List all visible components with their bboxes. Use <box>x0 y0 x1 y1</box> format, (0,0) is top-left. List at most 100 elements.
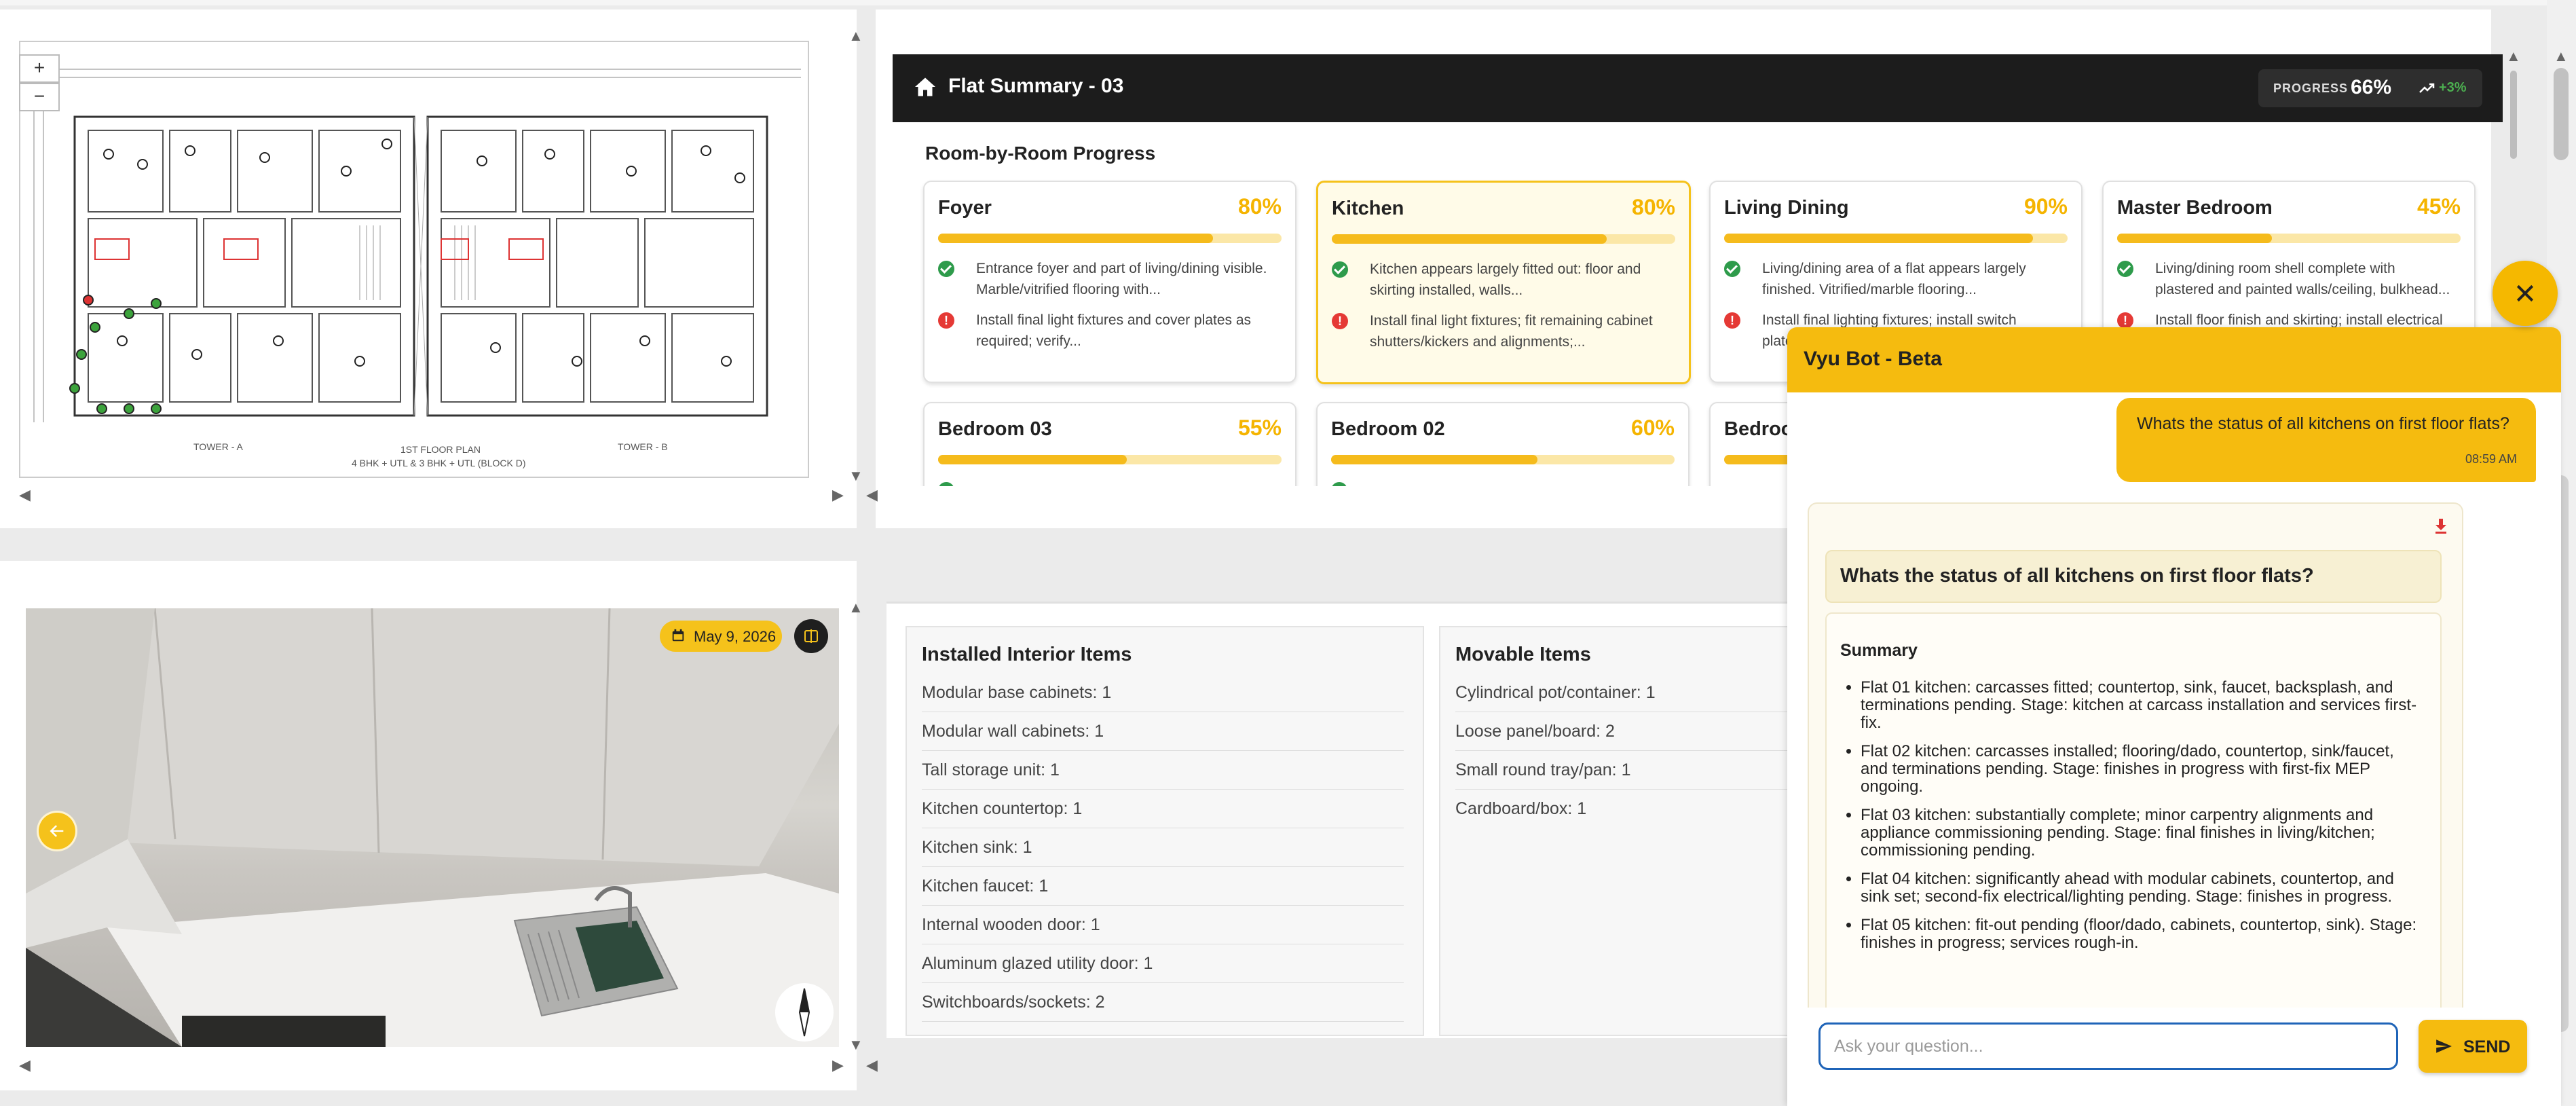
room-name: Bedroom 02 <box>1331 418 1445 440</box>
top-strip <box>0 0 2576 5</box>
page-scroll-up-icon[interactable]: ▲ <box>2554 48 2569 65</box>
progress-badge: PROGRESS 66% +3% <box>2258 69 2482 107</box>
plan-scroll-down-icon[interactable]: ▼ <box>848 467 863 485</box>
list-item: Flat 01 kitchen: carcasses fitted; count… <box>1861 679 2424 732</box>
home-icon <box>915 77 935 96</box>
room-name: Living Dining <box>1724 197 1849 219</box>
bot-question-box: Whats the status of all kitchens on firs… <box>1825 550 2442 603</box>
progress-trend: +3% <box>2439 80 2467 95</box>
chat-question-input[interactable] <box>1818 1022 2398 1070</box>
photo-scroll-left-icon[interactable]: ◀ <box>19 1056 31 1074</box>
close-chatbot-button[interactable] <box>2493 261 2558 326</box>
compass-icon[interactable] <box>775 983 834 1042</box>
bot-response-card: Whats the status of all kitchens on firs… <box>1808 502 2463 1035</box>
previous-photo-button[interactable] <box>37 811 77 851</box>
zoom-in-button[interactable]: + <box>19 54 60 83</box>
room-name: Master Bedroom <box>2117 197 2273 219</box>
user-message-time: 08:59 AM <box>2465 452 2517 466</box>
room-todo-note: Install final light fixtures; fit remain… <box>1370 313 1653 350</box>
plan-scroll-up-icon[interactable]: ▲ <box>848 27 863 45</box>
movable-items-title: Movable Items <box>1455 644 1591 665</box>
room-progress-fill <box>1332 234 1607 244</box>
progress-value: 66% <box>2351 76 2392 98</box>
compare-icon <box>804 629 818 643</box>
plan-caption-tower-b: TOWER - B <box>618 441 668 452</box>
room-percent: 90% <box>2023 194 2068 219</box>
room-card-foyer[interactable]: Foyer 80% Entrance foyer and part of liv… <box>923 181 1296 383</box>
floor-plan-drawing <box>20 42 808 477</box>
close-icon <box>2516 284 2534 302</box>
list-item: Switchboards/sockets: 2 <box>922 983 1404 1022</box>
alert-circle-icon: ! <box>938 312 954 329</box>
room-progress-bar <box>938 234 1282 243</box>
alert-circle-icon: ! <box>1724 312 1740 329</box>
room-done-note: Living/dining room shell complete with p… <box>2155 261 2450 297</box>
compare-button[interactable] <box>794 619 828 653</box>
list-item: Flat 05 kitchen: fit-out pending (floor/… <box>1861 917 2424 952</box>
list-item: Flat 02 kitchen: carcasses installed; fl… <box>1861 743 2424 796</box>
room-progress-bar <box>1724 234 2068 243</box>
list-item: Aluminum glazed utility door: 1 <box>922 944 1404 983</box>
room-progress-fill <box>938 455 1127 464</box>
room-progress-fill <box>1724 234 2034 243</box>
list-item: Cylindrical pot/container: 1 <box>1455 674 1795 712</box>
photo-scroll-up-icon[interactable]: ▲ <box>848 599 863 616</box>
room-card-kitchen[interactable]: Kitchen 80% Kitchen appears largely fitt… <box>1316 181 1691 384</box>
check-circle-icon <box>1724 261 1740 277</box>
room-percent: 45% <box>2416 194 2461 219</box>
plan-caption-tower-a: TOWER - A <box>193 441 243 452</box>
room-name: Bedroom 03 <box>938 418 1052 440</box>
plan-scroll-left-icon[interactable]: ◀ <box>19 486 31 504</box>
bot-answer-body: Summary Flat 01 kitchen: carcasses fitte… <box>1825 612 2442 1033</box>
room-progress-bar <box>938 455 1282 464</box>
list-item: Modular wall cabinets: 1 <box>922 712 1404 751</box>
photo-scroll-right-icon[interactable]: ▶ <box>832 1056 844 1074</box>
bot-summary-list: Flat 01 kitchen: carcasses fitted; count… <box>1861 679 2424 963</box>
plan-caption-subtitle: 4 BHK + UTL & 3 BHK + UTL (BLOCK D) <box>352 458 526 468</box>
room-name: Kitchen <box>1332 198 1404 219</box>
floor-plan-viewer[interactable]: TOWER - A TOWER - B 1ST FLOOR PLAN 4 BHK… <box>19 41 809 478</box>
summary-scrollbar-thumb[interactable] <box>2510 71 2517 159</box>
page-scrollbar-thumb[interactable] <box>2554 68 2569 160</box>
zoom-out-button[interactable]: − <box>19 83 60 111</box>
download-pdf-icon[interactable] <box>2433 517 2448 535</box>
site-photo[interactable] <box>26 608 839 1047</box>
list-item: Flat 04 kitchen: significantly ahead wit… <box>1861 870 2424 906</box>
alert-circle-icon: ! <box>2117 312 2133 329</box>
list-item: Tall storage unit: 1 <box>922 751 1404 790</box>
room-percent: 80% <box>1631 195 1675 219</box>
summary-scroll-up-icon[interactable]: ▲ <box>2506 48 2521 65</box>
room-done-note: Entrance foyer and part of living/dining… <box>976 261 1267 297</box>
photo-scroll-down-icon[interactable]: ▼ <box>848 1036 863 1054</box>
user-message-bubble: Whats the status of all kitchens on firs… <box>2116 398 2536 482</box>
flat-summary-title: Flat Summary - 03 <box>948 75 1124 97</box>
send-button[interactable]: SEND <box>2419 1020 2527 1073</box>
list-item: Small round tray/pan: 1 <box>1455 751 1795 790</box>
plan-scroll-right-icon[interactable]: ▶ <box>832 486 844 504</box>
movable-items-card: Movable Items Cylindrical pot/container:… <box>1439 626 1822 1036</box>
room-todo-note: Install final light fixtures and cover p… <box>976 312 1252 349</box>
room-done-note: Living/dining area of a flat appears lar… <box>1762 261 2026 297</box>
check-circle-icon <box>938 482 954 486</box>
chat-input-area: SEND <box>1787 1008 2561 1106</box>
photo-date-chip[interactable]: May 9, 2026 <box>660 621 782 652</box>
room-progress-fill <box>1331 455 1537 464</box>
chatbot-title: Vyu Bot - Beta <box>1804 348 1942 370</box>
calendar-icon <box>672 629 684 642</box>
items-scroll-left-icon[interactable]: ◀ <box>866 1056 878 1074</box>
arrow-left-icon <box>50 825 64 837</box>
room-card-bedroom-03[interactable]: Bedroom 03 55% <box>923 402 1296 486</box>
summary-scroll-left-icon[interactable]: ◀ <box>866 486 878 504</box>
plan-caption-title: 1ST FLOOR PLAN <box>400 444 481 455</box>
send-icon <box>2436 1039 2452 1053</box>
room-progress-bar <box>1332 234 1675 244</box>
alert-circle-icon: ! <box>1332 313 1348 329</box>
chatbot-window: Vyu Bot - Beta Whats the status of all k… <box>1787 327 2561 1106</box>
room-name: Foyer <box>938 197 992 219</box>
photo-date: May 9, 2026 <box>694 628 777 645</box>
check-circle-icon <box>938 261 954 277</box>
room-progress-heading: Room-by-Room Progress <box>925 143 1156 164</box>
room-card-bedroom-02[interactable]: Bedroom 02 60% <box>1316 402 1690 486</box>
progress-label: PROGRESS <box>2273 81 2349 95</box>
room-progress-bar <box>2117 234 2461 243</box>
